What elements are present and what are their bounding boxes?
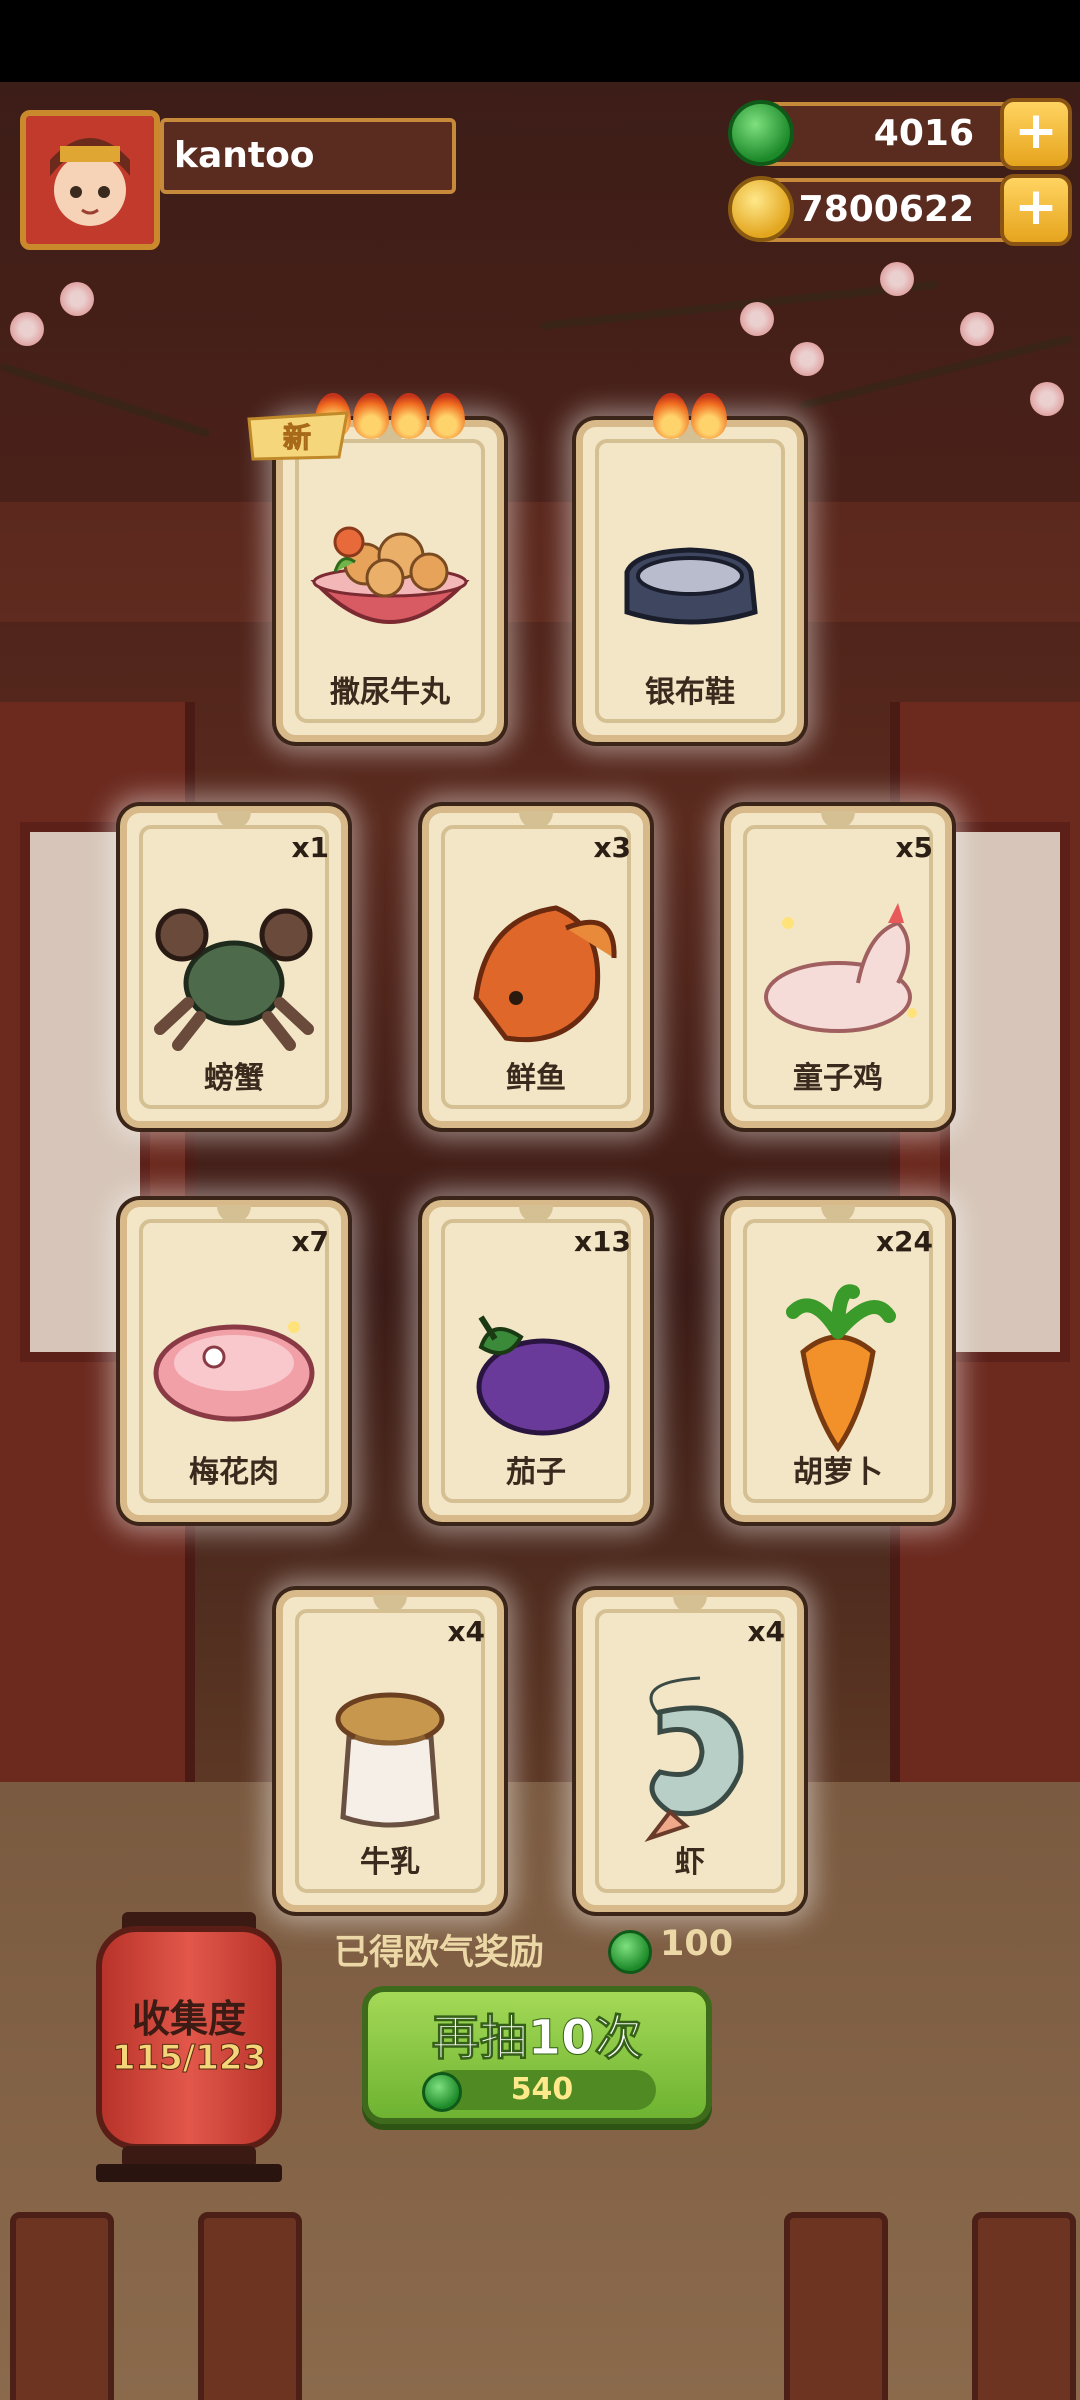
gold-currency-bar: 7800622 +	[728, 174, 1072, 246]
fence-post	[10, 2212, 114, 2400]
reward-card[interactable]: x4 虾	[576, 1590, 804, 1912]
card-count: x13	[573, 1225, 631, 1258]
reward-card[interactable]: 新 撒尿牛丸	[247, 393, 504, 742]
reward-card[interactable]: x4 牛乳	[276, 1590, 504, 1912]
player-avatar[interactable]	[20, 110, 160, 250]
blossom-branch	[0, 362, 211, 438]
reward-card[interactable]: x24 胡萝卜	[724, 1200, 952, 1522]
reward-text: 已得欧气奖励	[334, 1933, 545, 1973]
card-label: 银布鞋	[645, 675, 735, 710]
card-count: x24	[875, 1225, 933, 1258]
card-label: 撒尿牛丸	[330, 675, 450, 710]
gold-amount: 7800622	[798, 189, 974, 230]
card-label: 螃蟹	[204, 1061, 264, 1096]
milk-jar-icon	[335, 1692, 445, 1828]
blossom	[10, 312, 44, 346]
flame-icon	[653, 393, 689, 439]
lantern-stand	[96, 2164, 282, 2182]
player-name: kantoo	[160, 118, 456, 194]
pork-icon	[153, 1321, 315, 1422]
add-gold-button[interactable]: +	[1000, 174, 1072, 246]
reward-card[interactable]: x3 鲜鱼	[422, 806, 650, 1128]
flame-icon	[429, 393, 465, 439]
carrot-icon	[786, 1284, 896, 1453]
card-count: x1	[291, 831, 329, 864]
card-label: 牛乳	[360, 1845, 420, 1880]
jade-amount: 4016	[873, 113, 974, 154]
fence-post	[972, 2212, 1076, 2400]
card-label: 鲜鱼	[506, 1061, 566, 1096]
jade-coin-icon	[728, 100, 794, 166]
reward-card[interactable]: x13 茄子	[422, 1200, 650, 1522]
card-count: x4	[447, 1615, 485, 1648]
jade-coin-icon	[422, 2072, 462, 2112]
jade-coin-icon	[608, 1930, 652, 1974]
new-badge-text: 新	[283, 421, 311, 454]
fence-post	[198, 2212, 302, 2400]
flame-icon	[391, 393, 427, 439]
back-wall	[0, 502, 1080, 622]
card-count: x5	[895, 831, 933, 864]
card-label: 虾	[675, 1845, 705, 1880]
silver-shoe-icon	[624, 547, 758, 625]
chicken-icon	[764, 903, 917, 1034]
reward-card[interactable]: x1 螃蟹	[120, 806, 348, 1128]
flame-icon	[353, 393, 389, 439]
eggplant-icon	[476, 1315, 610, 1436]
blossom	[960, 312, 994, 346]
card-label: 胡萝卜	[793, 1455, 883, 1490]
new-badge: 新	[247, 411, 349, 461]
card-count: x3	[593, 831, 631, 864]
card-count: x7	[291, 1225, 329, 1258]
blossom	[880, 262, 914, 296]
reward-card[interactable]: x7 梅花肉	[120, 1200, 348, 1522]
crab-icon	[154, 908, 314, 1052]
card-count: x4	[747, 1615, 785, 1648]
add-jade-button[interactable]: +	[1000, 98, 1072, 170]
reward-card[interactable]: x5 童子鸡	[724, 806, 952, 1128]
right-window-lattice	[940, 822, 1070, 1362]
flame-icon	[691, 393, 727, 439]
card-label: 梅花肉	[189, 1455, 279, 1490]
rarity-flames	[653, 393, 727, 439]
draw-cost: 540	[428, 2070, 656, 2110]
card-label: 童子鸡	[793, 1061, 883, 1096]
meatball-bowl-icon	[310, 526, 470, 624]
reward-card[interactable]: 银布鞋	[576, 393, 804, 742]
fence-post	[784, 2212, 888, 2400]
blossom	[740, 302, 774, 336]
jade-currency-bar: 4016 +	[728, 98, 1072, 170]
collection-progress: 115/123	[111, 2038, 267, 2079]
draw-again-label: 再抽10次	[431, 2010, 643, 2067]
blossom	[1030, 382, 1064, 416]
shrimp-icon	[644, 1676, 744, 1843]
blossom	[60, 282, 94, 316]
draw-again-button[interactable]: 再抽10次 540	[362, 1986, 712, 2124]
collection-lantern-button[interactable]: 收集度 115/123	[96, 1926, 282, 2150]
collection-title: 收集度	[131, 1997, 246, 2041]
reward-amount: 100	[660, 1924, 734, 1964]
avatar-portrait-icon	[26, 116, 154, 244]
blossom-branch	[539, 280, 939, 330]
fish-icon	[473, 905, 617, 1043]
blossom	[790, 342, 824, 376]
card-label: 茄子	[506, 1455, 566, 1490]
gold-coin-icon	[728, 176, 794, 242]
